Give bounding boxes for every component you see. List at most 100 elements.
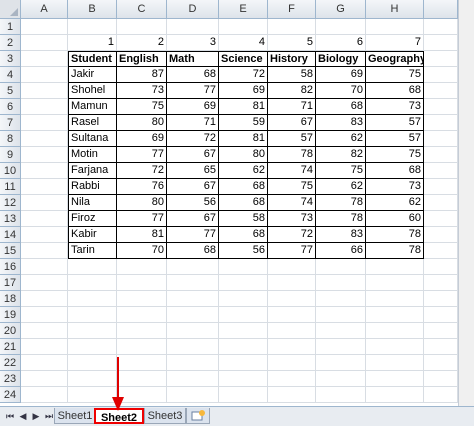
column-header[interactable]: A	[21, 0, 68, 19]
score-cell[interactable]: 66	[316, 243, 366, 259]
cell[interactable]	[21, 339, 68, 355]
score-cell[interactable]: 59	[219, 115, 268, 131]
cell[interactable]	[366, 259, 424, 275]
student-name-cell[interactable]: Kabir	[68, 227, 117, 243]
column-header[interactable]: E	[219, 0, 268, 19]
score-cell[interactable]: 69	[219, 83, 268, 99]
cell[interactable]	[268, 387, 316, 403]
student-name-cell[interactable]: Rasel	[68, 115, 117, 131]
score-cell[interactable]: 78	[366, 227, 424, 243]
cell[interactable]	[424, 387, 458, 403]
cell[interactable]	[424, 243, 458, 259]
cell[interactable]	[21, 131, 68, 147]
insert-sheet-icon[interactable]	[186, 408, 210, 424]
cell[interactable]	[21, 211, 68, 227]
cell[interactable]	[21, 243, 68, 259]
cell[interactable]	[21, 355, 68, 371]
score-cell[interactable]: 82	[316, 147, 366, 163]
cell[interactable]	[68, 259, 117, 275]
cell[interactable]	[268, 275, 316, 291]
score-cell[interactable]: 68	[366, 83, 424, 99]
score-cell[interactable]: 75	[366, 147, 424, 163]
first-sheet-nav-icon[interactable]: ⏮	[4, 410, 16, 422]
column-header[interactable]: H	[366, 0, 424, 19]
cell[interactable]	[424, 147, 458, 163]
cell[interactable]	[424, 163, 458, 179]
cell[interactable]	[21, 51, 68, 67]
score-cell[interactable]: 75	[316, 163, 366, 179]
column-header[interactable]: C	[117, 0, 167, 19]
cell[interactable]	[424, 307, 458, 323]
row-header[interactable]: 7	[0, 115, 21, 131]
cell[interactable]	[21, 307, 68, 323]
cell[interactable]	[424, 323, 458, 339]
cell[interactable]	[219, 323, 268, 339]
cell[interactable]	[316, 275, 366, 291]
table-header-cell[interactable]: Math	[167, 51, 219, 67]
score-cell[interactable]: 74	[268, 195, 316, 211]
cell[interactable]	[424, 83, 458, 99]
score-cell[interactable]: 57	[366, 131, 424, 147]
row-header[interactable]: 6	[0, 99, 21, 115]
student-name-cell[interactable]: Sultana	[68, 131, 117, 147]
score-cell[interactable]: 56	[167, 195, 219, 211]
score-cell[interactable]: 68	[219, 195, 268, 211]
cell[interactable]	[167, 371, 219, 387]
row-header[interactable]: 3	[0, 51, 21, 67]
cell[interactable]	[424, 35, 458, 51]
cell[interactable]	[424, 275, 458, 291]
cell[interactable]	[21, 163, 68, 179]
cell[interactable]	[424, 355, 458, 371]
row-header[interactable]: 20	[0, 323, 21, 339]
column-number-cell[interactable]: 1	[68, 35, 117, 51]
cell[interactable]	[366, 387, 424, 403]
cell[interactable]	[219, 259, 268, 275]
row-header[interactable]: 14	[0, 227, 21, 243]
cell[interactable]	[424, 51, 458, 67]
cell[interactable]	[424, 99, 458, 115]
student-name-cell[interactable]: Mamun	[68, 99, 117, 115]
cell[interactable]	[424, 195, 458, 211]
next-sheet-nav-icon[interactable]: ▶	[30, 410, 42, 422]
score-cell[interactable]: 75	[366, 67, 424, 83]
cell[interactable]	[21, 19, 68, 35]
cell[interactable]	[268, 259, 316, 275]
cell[interactable]	[117, 323, 167, 339]
column-header[interactable]: F	[268, 0, 316, 19]
cell[interactable]	[21, 387, 68, 403]
cell[interactable]	[68, 307, 117, 323]
row-header[interactable]: 15	[0, 243, 21, 259]
cell[interactable]	[366, 371, 424, 387]
score-cell[interactable]: 69	[167, 99, 219, 115]
cell[interactable]	[424, 371, 458, 387]
cell[interactable]	[219, 307, 268, 323]
table-header-cell[interactable]: Student	[68, 51, 117, 67]
score-cell[interactable]: 58	[219, 211, 268, 227]
row-header[interactable]: 11	[0, 179, 21, 195]
cell[interactable]	[117, 291, 167, 307]
cell[interactable]	[68, 323, 117, 339]
score-cell[interactable]: 83	[316, 115, 366, 131]
cell[interactable]	[167, 339, 219, 355]
score-cell[interactable]: 71	[167, 115, 219, 131]
score-cell[interactable]: 57	[268, 131, 316, 147]
cell[interactable]	[68, 339, 117, 355]
cell[interactable]	[366, 339, 424, 355]
student-name-cell[interactable]: Nila	[68, 195, 117, 211]
tab-sheet1[interactable]: Sheet1	[54, 408, 96, 424]
column-number-cell[interactable]: 5	[268, 35, 316, 51]
score-cell[interactable]: 68	[167, 243, 219, 259]
cell[interactable]	[21, 323, 68, 339]
score-cell[interactable]: 69	[316, 67, 366, 83]
column-number-cell[interactable]: 3	[167, 35, 219, 51]
cell[interactable]	[424, 67, 458, 83]
vertical-scrollbar[interactable]	[458, 0, 474, 406]
table-header-cell[interactable]: Biology	[316, 51, 366, 67]
cell[interactable]	[268, 371, 316, 387]
row-header[interactable]: 18	[0, 291, 21, 307]
score-cell[interactable]: 72	[167, 131, 219, 147]
row-header[interactable]: 16	[0, 259, 21, 275]
row-header[interactable]: 19	[0, 307, 21, 323]
cell[interactable]	[268, 307, 316, 323]
score-cell[interactable]: 80	[117, 115, 167, 131]
